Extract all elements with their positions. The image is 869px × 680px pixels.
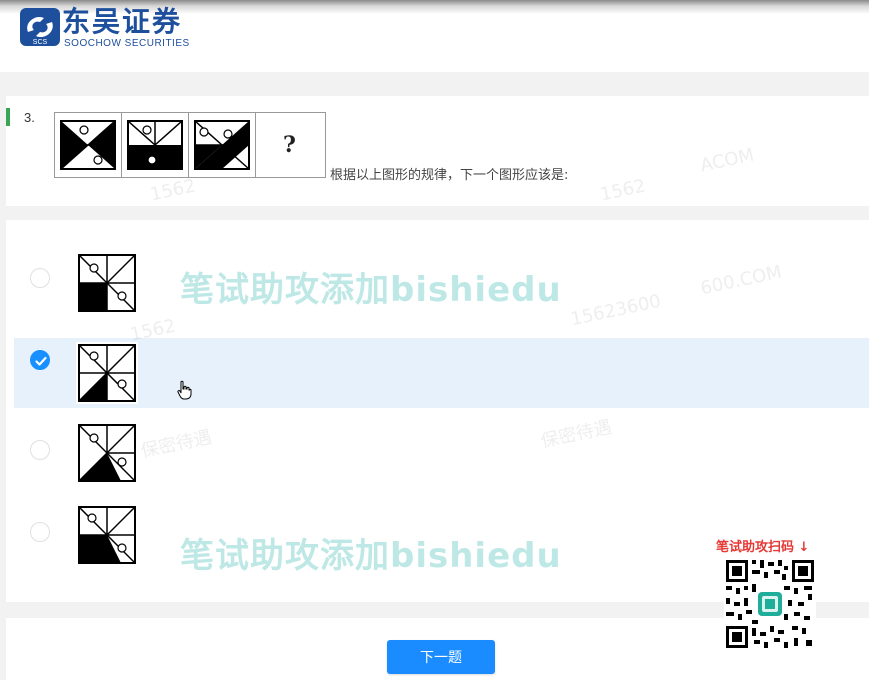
brand-logo: SCS 东吴证券 SOOCHOW SECURITIES <box>20 6 200 52</box>
sequence-figure-2 <box>122 113 189 177</box>
option-b-graphic <box>78 344 136 402</box>
brand-name-cn: 东吴证券 <box>62 5 183 38</box>
option-b-figure[interactable] <box>76 342 138 404</box>
question-accent-bar <box>6 108 10 126</box>
option-a-graphic <box>78 254 136 312</box>
figure-sequence: ? <box>54 112 326 178</box>
option-a-figure[interactable] <box>76 252 138 314</box>
app-header: SCS 东吴证券 SOOCHOW SECURITIES <box>0 0 869 72</box>
sequence-figure-unknown: ? <box>256 113 323 177</box>
down-arrow-icon: ↓ <box>798 540 810 555</box>
sequence-figure-1 <box>55 113 122 177</box>
checkmark-icon <box>35 356 47 366</box>
option-b-radio-checked[interactable] <box>30 350 50 370</box>
option-b[interactable] <box>14 338 869 408</box>
option-c-figure[interactable] <box>76 422 138 484</box>
qr-code-icon <box>724 558 816 650</box>
option-d-graphic <box>78 506 136 564</box>
sequence-figure-1-graphic <box>60 120 116 170</box>
brand-name-en: SOOCHOW SECURITIES <box>64 38 190 49</box>
option-d-figure[interactable] <box>76 504 138 566</box>
question-text: 根据以上图形的规律，下一个图形应该是: <box>330 168 569 183</box>
logo-mark-icon: SCS <box>20 8 60 46</box>
sequence-figure-2-graphic <box>127 120 183 170</box>
question-mark: ? <box>283 132 296 158</box>
logo-mark-text: SCS <box>33 39 48 46</box>
next-question-button[interactable]: 下一题 <box>387 640 495 674</box>
question-panel: 3. ? 根据以上图形的规律，下一个图形应该是: <box>6 96 869 206</box>
hand-cursor-icon <box>177 380 192 400</box>
qr-label-text: 笔试助攻扫码 <box>716 540 795 555</box>
sequence-figure-3 <box>189 113 256 177</box>
option-c[interactable] <box>14 416 869 486</box>
option-c-radio[interactable] <box>30 440 50 460</box>
option-a-radio[interactable] <box>30 268 50 288</box>
option-c-graphic <box>78 424 136 482</box>
question-number: 3. <box>24 110 35 125</box>
sequence-figure-3-graphic <box>194 120 250 170</box>
option-d-radio[interactable] <box>30 522 50 542</box>
qr-label: 笔试助攻扫码 ↓ <box>716 536 809 555</box>
option-a[interactable] <box>14 244 869 314</box>
